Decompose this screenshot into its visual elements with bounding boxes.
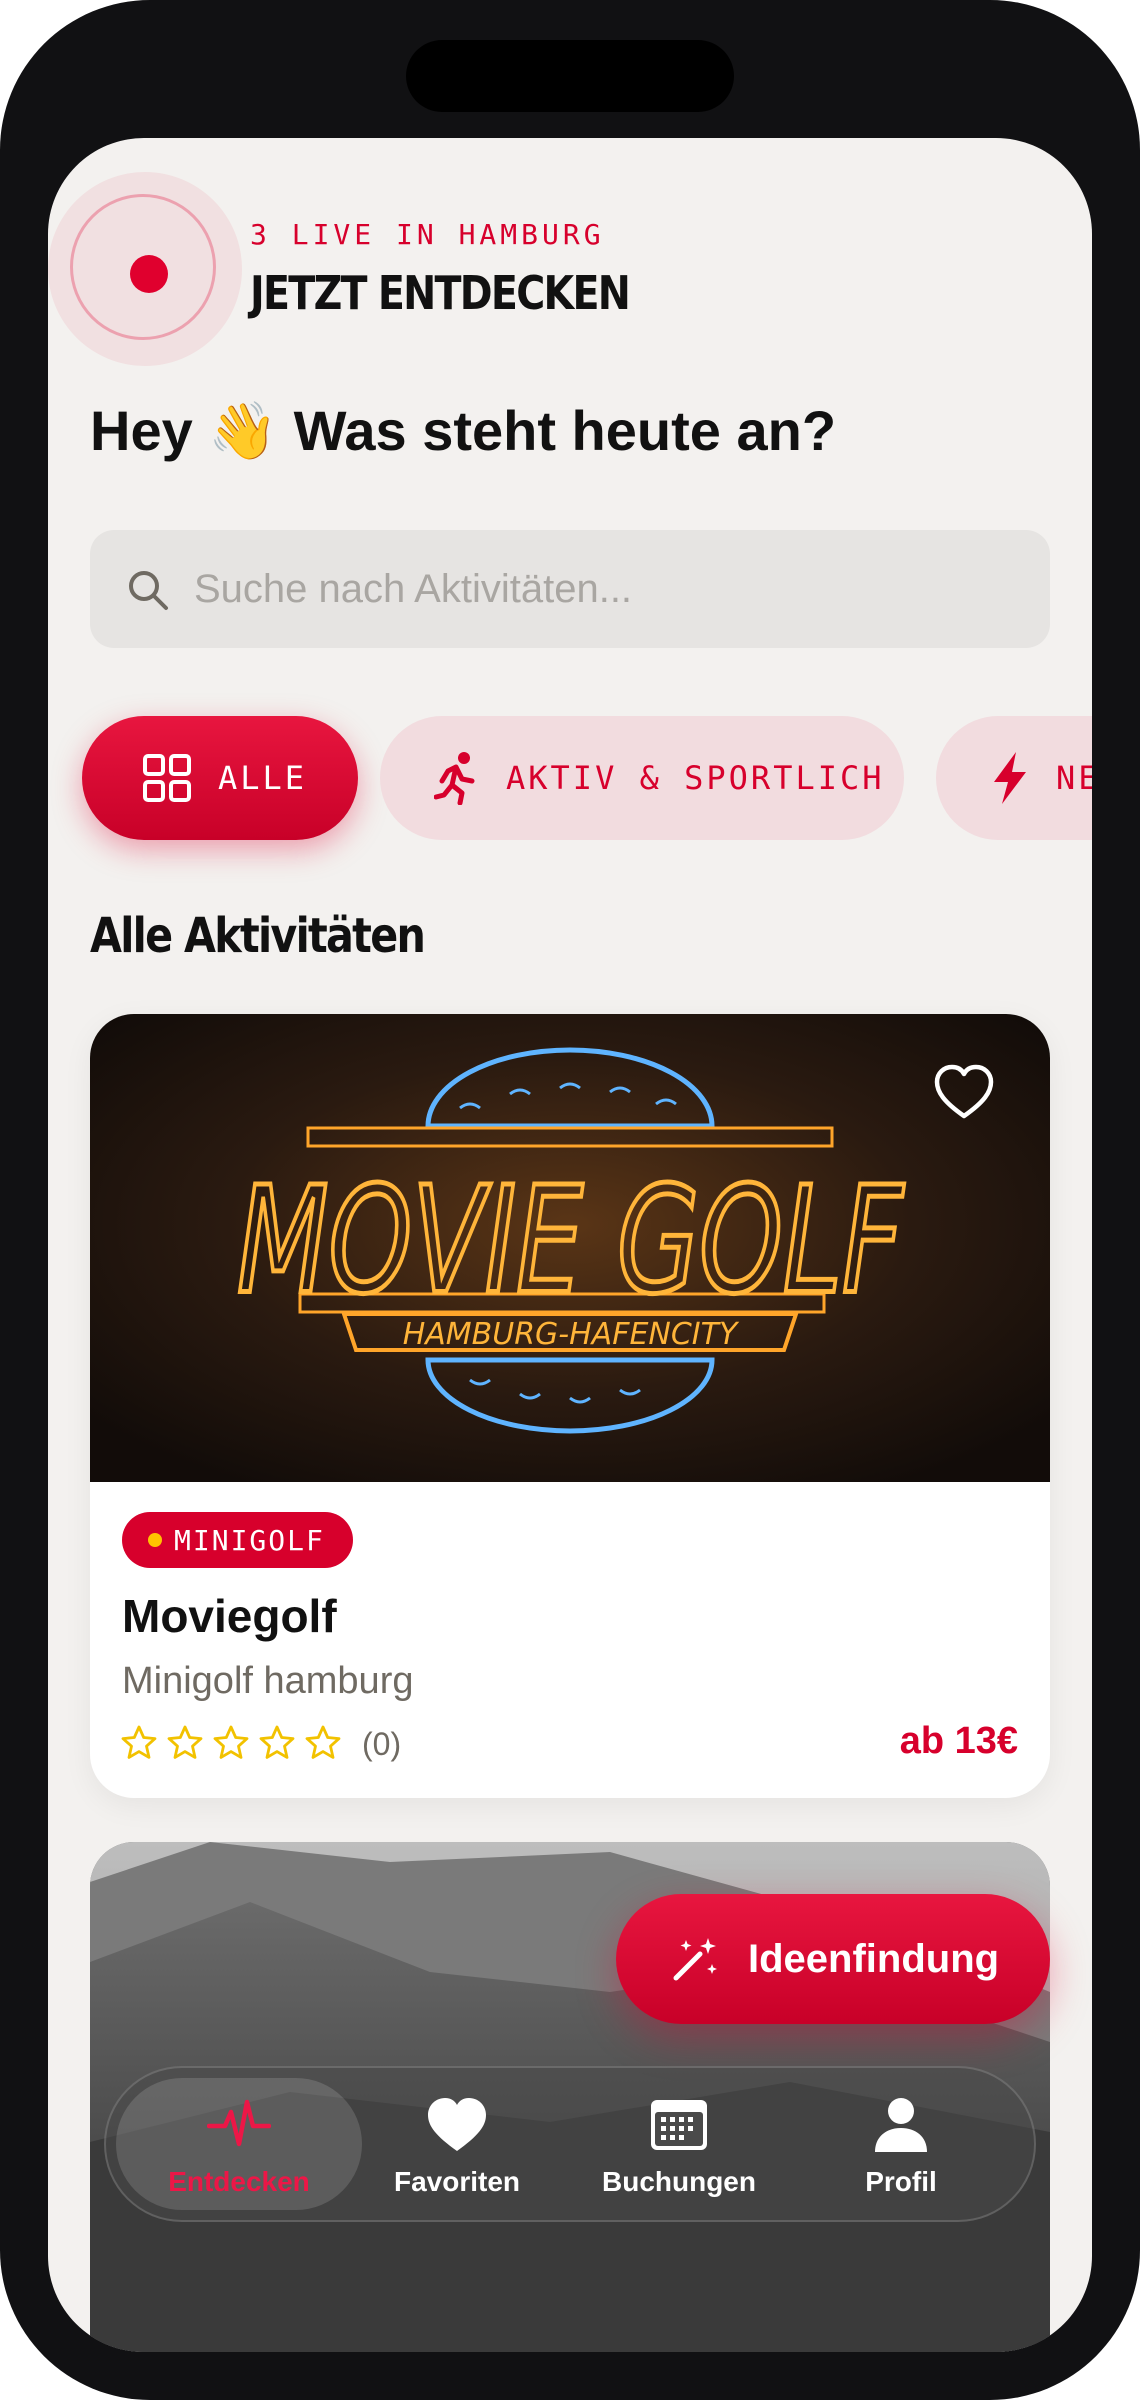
tab-discover[interactable]: Entdecken: [124, 2068, 354, 2220]
person-icon: [875, 2098, 927, 2152]
star-outline-icon: [121, 1725, 157, 1759]
category-chip-label: NE: [1056, 759, 1092, 797]
idea-generator-button[interactable]: Ideenfindung: [616, 1894, 1050, 2024]
neon-sign-subtitle: HAMBURG-HAFENCITY: [403, 1317, 740, 1352]
grid-icon: [143, 754, 191, 802]
star-outline-icon: [259, 1725, 295, 1759]
search-icon: [129, 571, 168, 610]
activity-title: Moviegolf: [122, 1590, 337, 1642]
tab-label: Entdecken: [168, 2166, 310, 2197]
category-chip-label: AKTIV & SPORTLICH: [506, 759, 885, 797]
bottom-tab-bar: Entdecken Favoriten Buchungen Profil: [104, 2066, 1036, 2222]
rating-count: (0): [362, 1726, 402, 1762]
greeting-heading: Hey 👋 Was steht heute an?: [90, 399, 837, 462]
tab-favorites[interactable]: Favoriten: [342, 2068, 572, 2220]
badge-label: MINIGOLF: [174, 1523, 325, 1557]
category-chip-all[interactable]: ALLE: [82, 716, 358, 840]
category-badge: MINIGOLF: [122, 1512, 353, 1568]
category-chip-label: ALLE: [218, 759, 308, 797]
lightning-icon: [994, 752, 1026, 804]
live-indicator-dot: [130, 255, 168, 293]
tab-bookings[interactable]: Buchungen: [564, 2068, 794, 2220]
dynamic-island: [406, 40, 734, 112]
category-chips: ALLE AKTIV & SPORTLICH NE: [82, 716, 1092, 840]
heart-outline-icon[interactable]: [934, 1064, 994, 1120]
neon-sign-title: MOVIE GOLF: [237, 1156, 905, 1327]
activity-subtitle: Minigolf hamburg: [122, 1660, 414, 1702]
live-count-label: 3 LIVE IN HAMBURG: [250, 218, 605, 251]
category-chip-new[interactable]: NE: [936, 716, 1092, 840]
magic-wand-icon: [673, 1938, 717, 1981]
star-outline-icon: [213, 1725, 249, 1759]
rating-stars: [120, 1724, 350, 1762]
tab-label: Profil: [865, 2166, 937, 2197]
idea-generator-label: Ideenfindung: [748, 1936, 1000, 1981]
activity-image: MOVIE GOLF HAMBURG-HAFENCITY: [90, 1014, 1050, 1482]
running-icon: [434, 752, 475, 805]
phone-frame: 3 LIVE IN HAMBURG JETZT ENTDECKEN Hey 👋 …: [0, 0, 1140, 2400]
tab-profile[interactable]: Profil: [786, 2068, 1016, 2220]
calendar-icon: [651, 2100, 707, 2150]
tab-label: Favoriten: [393, 2166, 521, 2197]
activity-card[interactable]: MOVIE GOLF HAMBURG-HAFENCITY MINIGOLF Mo…: [90, 1014, 1050, 1798]
search-input[interactable]: [192, 558, 1016, 620]
badge-dot: [148, 1533, 162, 1547]
category-chip-active-sporty[interactable]: AKTIV & SPORTLICH: [380, 716, 904, 840]
app-screen: 3 LIVE IN HAMBURG JETZT ENTDECKEN Hey 👋 …: [48, 138, 1092, 2352]
heart-icon: [428, 2098, 486, 2151]
section-title: Alle Aktivitäten: [90, 908, 426, 964]
activity-price: ab 13€: [899, 1720, 1018, 1762]
star-outline-icon: [305, 1725, 341, 1759]
tab-label: Buchungen: [602, 2166, 756, 2197]
pulse-icon: [207, 2099, 271, 2147]
star-outline-icon: [167, 1725, 203, 1759]
header-title: JETZT ENTDECKEN: [250, 266, 631, 320]
search-bar[interactable]: [90, 530, 1050, 648]
